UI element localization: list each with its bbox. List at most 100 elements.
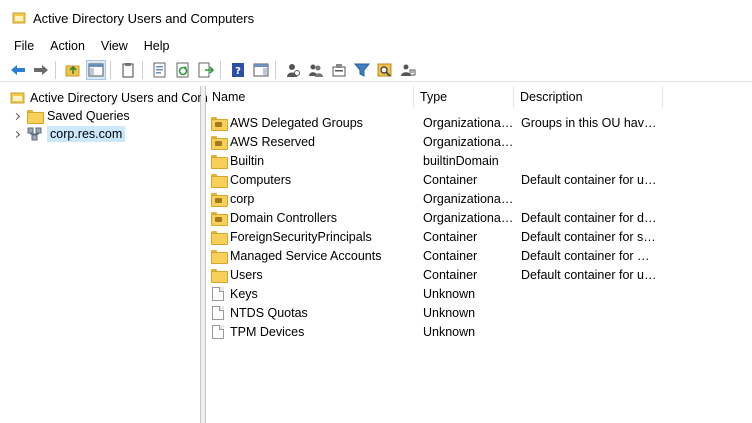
cell-name: NTDS Quotas <box>206 305 414 320</box>
tree-root[interactable]: Active Directory Users and Com <box>10 89 208 107</box>
help-icon[interactable]: ? <box>228 60 248 80</box>
export-list-icon[interactable] <box>196 60 216 80</box>
row-description: Default container for do... <box>521 210 659 225</box>
row-name: Managed Service Accounts <box>230 248 382 263</box>
row-name: ForeignSecurityPrincipals <box>230 229 372 244</box>
filter-icon[interactable] <box>352 60 372 80</box>
table-row[interactable]: AWS Reserved Organizational... <box>206 132 752 151</box>
row-name: Computers <box>230 172 292 187</box>
cell-name: Users <box>206 267 414 283</box>
domain-icon <box>27 127 42 141</box>
menu-bar: File Action View Help <box>0 36 752 56</box>
row-type: Unknown <box>423 286 476 301</box>
cell-name: Keys <box>206 286 414 301</box>
table-row[interactable]: Keys Unknown <box>206 284 752 303</box>
tree-root-label: Active Directory Users and Com <box>30 91 208 105</box>
row-type: Unknown <box>423 305 476 320</box>
toolbar-separator <box>142 60 143 79</box>
table-row[interactable]: Domain Controllers Organizational... Defau… <box>206 208 752 227</box>
folder-icon <box>211 230 228 245</box>
table-row[interactable]: Builtin builtinDomain <box>206 151 752 170</box>
chevron-right-icon[interactable] <box>13 130 22 139</box>
folder-icon <box>211 249 228 264</box>
row-type: Container <box>423 229 478 244</box>
chevron-right-icon[interactable] <box>13 112 22 121</box>
table-row[interactable]: Managed Service Accounts Container Default… <box>206 246 752 265</box>
svg-text:?: ? <box>235 66 241 77</box>
table-row[interactable]: corp Organizational... <box>206 189 752 208</box>
row-type: Container <box>423 172 478 187</box>
table-row[interactable]: ForeignSecurityPrincipals Container Defaul… <box>206 227 752 246</box>
cell-name: TPM Devices <box>206 324 414 339</box>
find-icon[interactable] <box>375 60 395 80</box>
row-name: AWS Reserved <box>230 134 315 149</box>
up-folder-icon[interactable] <box>63 60 83 80</box>
folder-icon <box>211 173 228 188</box>
document-icon <box>212 324 224 339</box>
app-icon <box>12 11 26 25</box>
window-title: Active Directory Users and Computers <box>33 10 255 26</box>
menu-view[interactable]: View <box>101 38 128 54</box>
cell-name: ForeignSecurityPrincipals <box>206 229 414 245</box>
row-type: Organizational... <box>423 191 514 206</box>
row-type: builtinDomain <box>423 153 499 168</box>
row-name: Users <box>230 267 263 282</box>
row-description: Groups in this OU have ... <box>521 115 659 130</box>
table-row[interactable]: NTDS Quotas Unknown <box>206 303 752 322</box>
row-type: Organizational... <box>423 210 514 225</box>
tree-item-saved-queries[interactable]: Saved Queries <box>13 107 130 125</box>
table-row[interactable]: TPM Devices Unknown <box>206 322 752 341</box>
row-name: corp <box>230 191 255 206</box>
table-row[interactable]: Users Container Default container for up..… <box>206 265 752 284</box>
row-name: Builtin <box>230 153 265 168</box>
action-pane-icon[interactable] <box>251 60 271 80</box>
delegate-control-icon[interactable] <box>398 60 418 80</box>
table-row[interactable]: Computers Container Default container for … <box>206 170 752 189</box>
tree-item-label: corp.res.com <box>47 126 126 142</box>
back-icon[interactable] <box>8 60 28 80</box>
row-name: TPM Devices <box>230 324 305 339</box>
toolbar-separator <box>275 60 276 79</box>
ou-folder-icon <box>211 192 228 207</box>
refresh-icon[interactable] <box>173 60 193 80</box>
row-type: Organizational... <box>423 134 514 149</box>
cell-name: AWS Reserved <box>206 134 414 150</box>
column-header-name[interactable]: Name <box>206 86 414 108</box>
table-row[interactable]: AWS Delegated Groups Organizational... Gro… <box>206 113 752 132</box>
new-ou-icon[interactable] <box>329 60 349 80</box>
menu-help[interactable]: Help <box>144 38 170 54</box>
details-list[interactable]: Name Type Description AWS Delegated Grou… <box>205 86 752 423</box>
column-header-type[interactable]: Type <box>414 86 514 108</box>
row-description: Default container for up... <box>521 172 659 187</box>
row-description: Default container for ma... <box>521 248 659 263</box>
title-bar: Active Directory Users and Computers <box>0 0 752 36</box>
row-name: AWS Delegated Groups <box>230 115 363 130</box>
forward-icon[interactable] <box>31 60 51 80</box>
cell-name: Builtin <box>206 153 414 169</box>
row-name: Domain Controllers <box>230 210 337 225</box>
folder-icon <box>27 110 44 124</box>
row-name: NTDS Quotas <box>230 305 308 320</box>
column-header-description[interactable]: Description <box>514 86 663 108</box>
properties-icon[interactable] <box>150 60 170 80</box>
cell-name: corp <box>206 191 414 207</box>
row-description: Default container for sec... <box>521 229 659 244</box>
toolbar-separator <box>55 60 56 79</box>
clipboard-icon[interactable] <box>118 60 138 80</box>
list-header: Name Type Description <box>206 86 752 108</box>
tree-item-domain[interactable]: corp.res.com <box>13 125 126 143</box>
app-icon <box>10 92 25 104</box>
row-type: Organizational... <box>423 115 514 130</box>
folder-icon <box>211 154 228 169</box>
row-type: Container <box>423 267 478 282</box>
menu-action[interactable]: Action <box>50 38 85 54</box>
row-type: Container <box>423 248 478 263</box>
row-name: Keys <box>230 286 258 301</box>
console-tree[interactable]: Active Directory Users and Com Saved Que… <box>0 86 208 423</box>
row-type: Unknown <box>423 324 476 339</box>
new-user-icon[interactable] <box>283 60 303 80</box>
toolbar-separator <box>110 60 111 79</box>
menu-file[interactable]: File <box>14 38 34 54</box>
show-hide-console-tree-icon[interactable] <box>86 59 106 80</box>
new-group-icon[interactable] <box>306 60 326 80</box>
